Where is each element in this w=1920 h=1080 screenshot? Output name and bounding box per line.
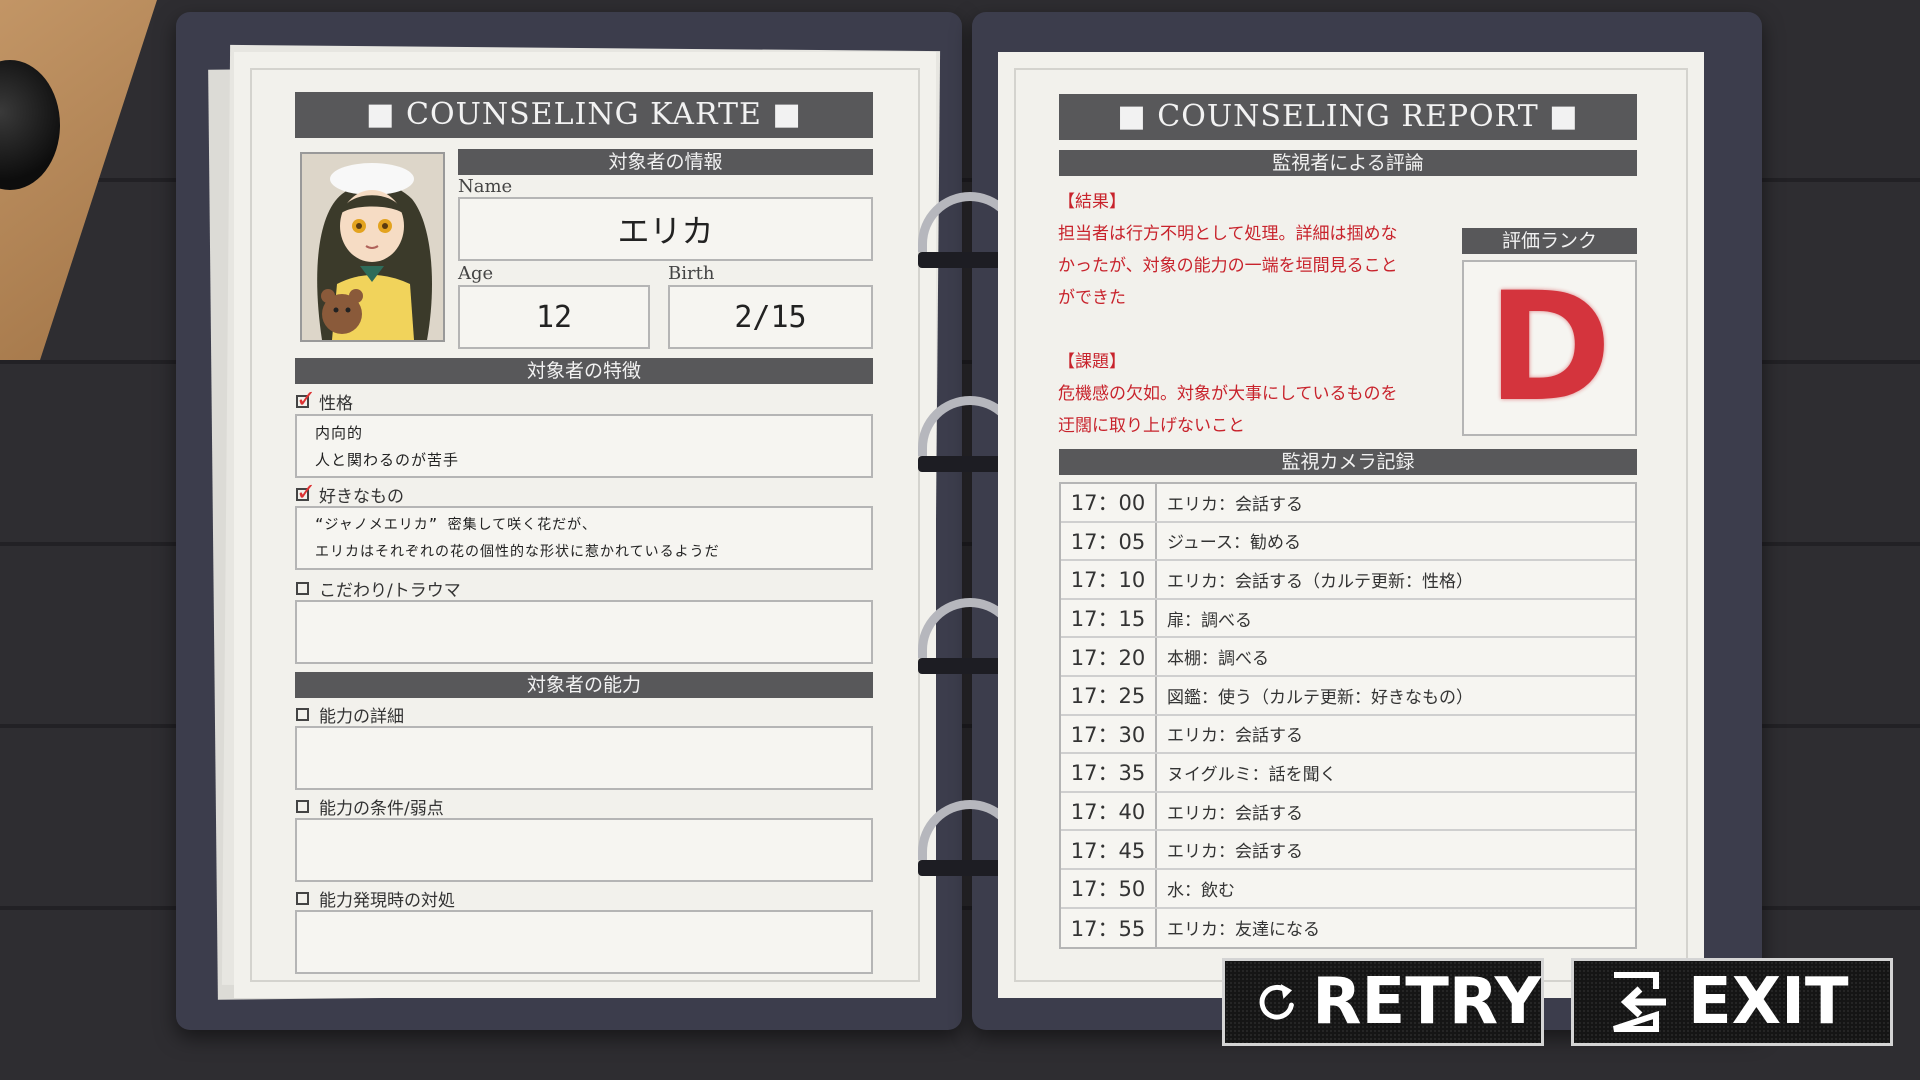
checkbox-empty-icon: [296, 892, 309, 905]
personality-box: 内向的 人と関わるのが苦手: [295, 414, 873, 478]
rank-stamp: D: [1487, 261, 1612, 435]
camera-log-table: 17：00 エリカ：会話する 17：05 ジュース：勧める 17：10 エリカ：会話す…: [1059, 482, 1637, 950]
log-row: 17：15 扉：調べる: [1061, 599, 1635, 639]
log-action: エリカ：会話する: [1167, 842, 1303, 863]
log-time: 17：50: [1061, 869, 1157, 907]
likes-box: “ジャノメエリカ” 密集して咲く花だが、 エリカはそれぞれの花の個性的な形状に惹…: [295, 506, 873, 570]
checkbox-empty-icon: [296, 708, 309, 721]
info-header: 対象者の情報: [458, 149, 873, 175]
personality-line-1: 内向的: [315, 424, 364, 442]
exit-icon: [1613, 972, 1666, 1032]
log-time: 17：35: [1061, 754, 1157, 791]
ability-cond-checkbox: 能力の条件/弱点: [296, 794, 444, 819]
issue-heading: 【課題】: [1058, 352, 1126, 372]
ability-response-checkbox: 能力発現時の対処: [296, 886, 455, 911]
log-row: 17：40 エリカ：会話する: [1061, 792, 1635, 832]
log-action: 扉：調べる: [1167, 610, 1252, 631]
ability-cond-label: 能力の条件/弱点: [319, 799, 444, 819]
issue-line-1: 危機感の欠如。対象が大事にしているものを: [1058, 384, 1398, 404]
log-row: 17：10 エリカ：会話する（カルテ更新：性格）: [1061, 561, 1635, 600]
result-heading: 【結果】: [1058, 192, 1126, 212]
rank-header: 評価ランク: [1462, 228, 1637, 254]
likes-line-2: エリカはそれぞれの花の個性的な形状に惹かれているようだ: [315, 544, 720, 560]
log-row: 17：05 ジュース：勧める: [1061, 522, 1635, 562]
log-time: 17：15: [1061, 599, 1157, 637]
log-time: 17：20: [1061, 638, 1157, 675]
result-line-1: 担当者は行方不明として処理。詳細は掴めな: [1058, 224, 1398, 244]
karte-title: ■ COUNSELING KARTE ■: [295, 92, 873, 138]
log-row: 17：00 エリカ：会話する: [1061, 484, 1635, 523]
eval-header: 監視者による評論: [1059, 150, 1637, 176]
personality-checkbox: 性格: [296, 385, 353, 414]
checkmark-icon: [296, 385, 316, 413]
ability-response-label: 能力発現時の対処: [319, 891, 455, 911]
likes-checkbox: 好きなもの: [296, 478, 404, 507]
checkmark-icon: [296, 478, 316, 506]
log-action: エリカ：友達になる: [1167, 920, 1320, 941]
log-row: 17：55 エリカ：友達になる: [1061, 908, 1635, 948]
log-time: 17：05: [1061, 522, 1157, 560]
ability-detail-box: [295, 726, 873, 790]
log-row: 17：20 本棚：調べる: [1061, 638, 1635, 677]
retry-icon: [1259, 984, 1294, 1020]
log-action: エリカ：会話する: [1167, 726, 1303, 747]
ability-cond-box: [295, 818, 873, 882]
age-label: Age: [458, 263, 494, 284]
log-action: エリカ：会話する（カルテ更新：性格）: [1167, 571, 1473, 592]
trauma-checkbox: こだわり/トラウマ: [296, 576, 461, 601]
name-label: Name: [458, 176, 513, 197]
log-row: 17：30 エリカ：会話する: [1061, 715, 1635, 755]
log-action: エリカ：会話する: [1167, 803, 1303, 824]
personality-label: 性格: [319, 394, 353, 414]
log-time: 17：00: [1061, 484, 1157, 521]
log-time: 17：10: [1061, 561, 1157, 598]
personality-line-2: 人と関わるのが苦手: [315, 451, 460, 469]
trauma-label: こだわり/トラウマ: [319, 581, 461, 601]
log-action: 水：飲む: [1167, 880, 1235, 901]
log-action: エリカ：会話する: [1167, 494, 1303, 515]
log-row: 17：25 図鑑：使う（カルテ更新：好きなもの）: [1061, 676, 1635, 716]
exit-label: EXIT: [1688, 965, 1849, 1039]
log-action: ヌイグルミ：話を聞く: [1167, 764, 1337, 785]
checkbox-empty-icon: [296, 800, 309, 813]
log-action: 本棚：調べる: [1167, 649, 1269, 670]
retry-button[interactable]: RETRY: [1222, 958, 1544, 1046]
camera-header: 監視カメラ記録: [1059, 449, 1637, 475]
log-time: 17：25: [1061, 676, 1157, 714]
log-time: 17：55: [1061, 908, 1157, 948]
subject-portrait: [300, 152, 445, 342]
checkbox-empty-icon: [296, 582, 309, 595]
likes-line-1: “ジャノメエリカ” 密集して咲く花だが、: [315, 517, 597, 533]
rank-box: D: [1462, 260, 1637, 436]
retry-label: RETRY: [1312, 965, 1541, 1039]
likes-label: 好きなもの: [319, 487, 404, 507]
ability-detail-checkbox: 能力の詳細: [296, 702, 404, 727]
result-line-2: かったが、対象の能力の一端を垣間見ること: [1058, 256, 1398, 276]
traits-header: 対象者の特徴: [295, 358, 873, 384]
exit-button[interactable]: EXIT: [1571, 958, 1893, 1046]
age-field: 12: [458, 285, 650, 349]
log-time: 17：30: [1061, 715, 1157, 753]
log-time: 17：40: [1061, 792, 1157, 830]
log-action: 図鑑：使う（カルテ更新：好きなもの）: [1167, 687, 1473, 708]
log-row: 17：45 エリカ：会話する: [1061, 831, 1635, 870]
name-field: エリカ: [458, 197, 873, 261]
log-row: 17：50 水：飲む: [1061, 869, 1635, 909]
issue-section: 【課題】 危機感の欠如。対象が大事にしているものを 迂闊に取り上げないこと: [1058, 346, 1468, 442]
result-line-3: ができた: [1058, 288, 1126, 308]
ability-header: 対象者の能力: [295, 672, 873, 698]
ability-detail-label: 能力の詳細: [319, 707, 404, 727]
result-section: 【結果】 担当者は行方不明として処理。詳細は掴めな かったが、対象の能力の一端を…: [1058, 186, 1468, 314]
trauma-box: [295, 600, 873, 664]
log-action: ジュース：勧める: [1167, 533, 1301, 554]
issue-line-2: 迂闊に取り上げないこと: [1058, 416, 1245, 436]
birth-label: Birth: [668, 263, 715, 284]
ability-response-box: [295, 910, 873, 974]
log-row: 17：35 ヌイグルミ：話を聞く: [1061, 754, 1635, 793]
log-time: 17：45: [1061, 831, 1157, 868]
birth-field: 2/15: [668, 285, 873, 349]
report-title: ■ COUNSELING REPORT ■: [1059, 94, 1637, 140]
